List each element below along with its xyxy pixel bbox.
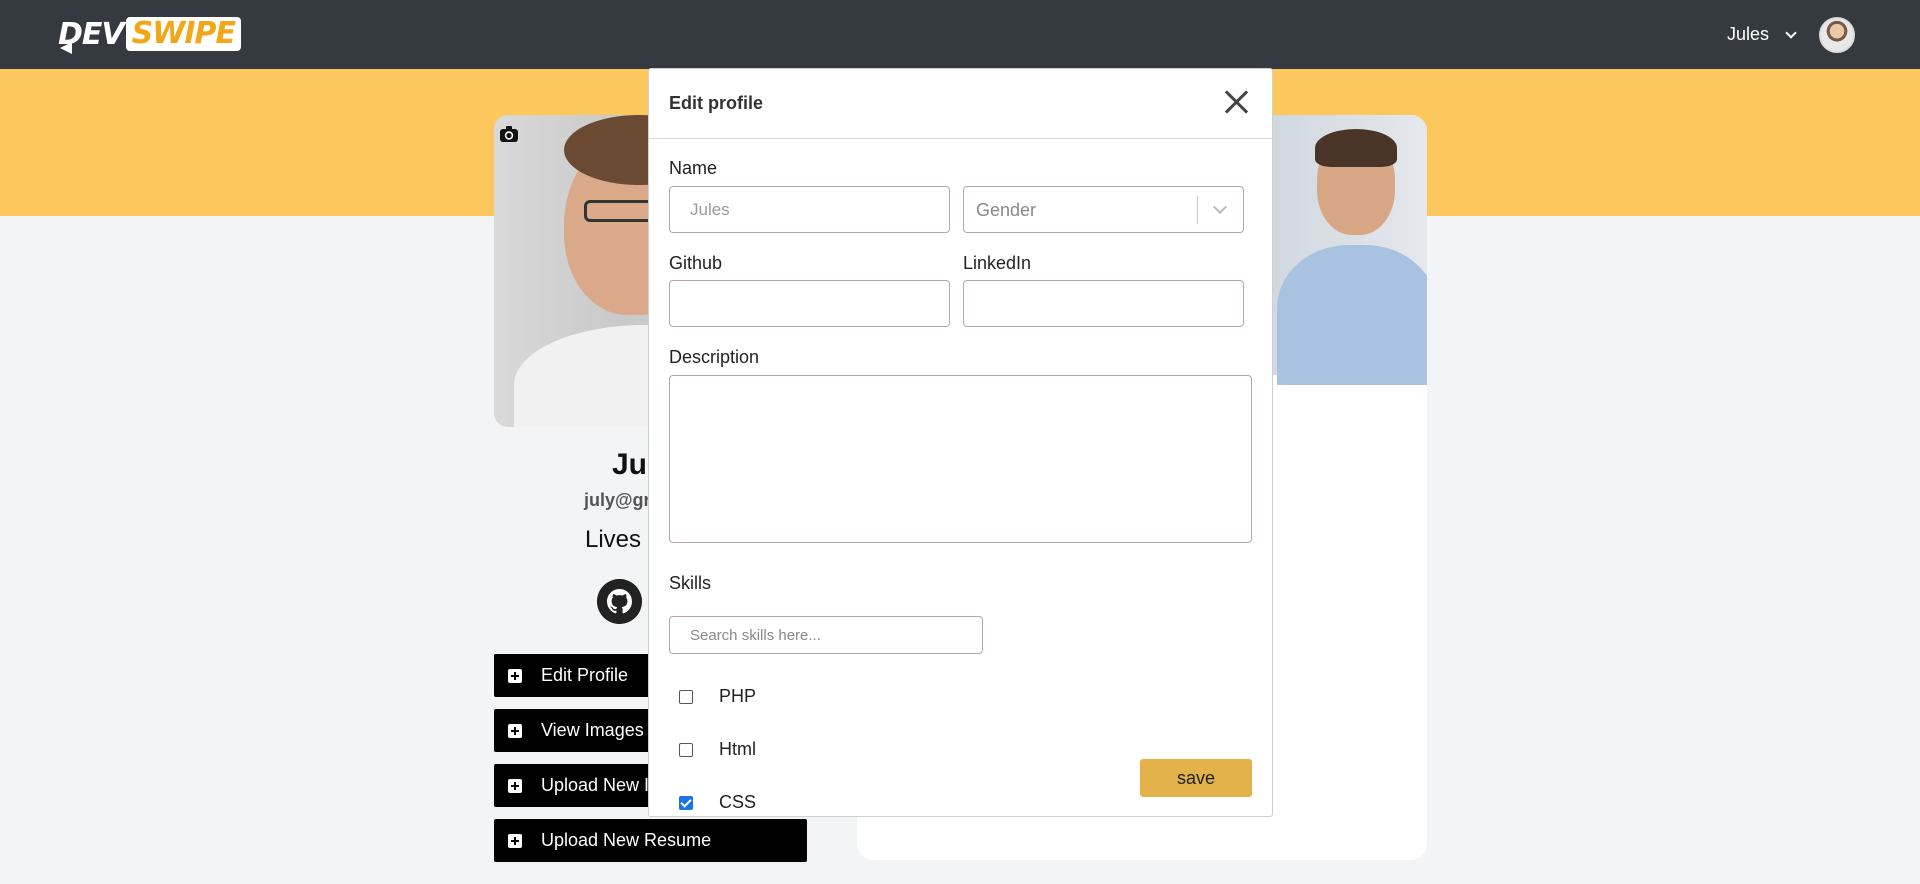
profile-email: july@gr (584, 490, 651, 510)
top-navbar: DEV SWIPE Jules (0, 0, 1920, 69)
github-icon[interactable] (597, 579, 642, 624)
skills-search-input[interactable] (669, 616, 983, 654)
name-label: Name (669, 158, 718, 178)
upload-new-resume-button[interactable]: Upload New Resume (494, 819, 807, 862)
close-icon[interactable] (1224, 89, 1250, 115)
modal-title: Edit profile (669, 93, 763, 113)
upload-new-resume-label: Upload New Resume (541, 830, 712, 850)
save-button[interactable]: save (1140, 759, 1252, 797)
plus-square-icon (508, 723, 522, 738)
linkedin-label: LinkedIn (963, 253, 1032, 273)
skill-item-css[interactable]: CSS (679, 792, 756, 813)
gender-select[interactable]: Gender (963, 186, 1244, 233)
chevron-down-icon (1212, 199, 1228, 215)
skill-item-html[interactable]: Html (679, 739, 756, 760)
description-textarea[interactable] (669, 375, 1252, 543)
description-label: Description (669, 347, 760, 367)
view-images-label: View Images (541, 720, 644, 740)
devswipe-logo[interactable]: DEV SWIPE (58, 14, 241, 54)
preview-photo-hair (1315, 129, 1397, 167)
user-menu[interactable]: Jules (1726, 24, 1797, 45)
camera-icon[interactable] (498, 123, 520, 145)
plus-square-icon (508, 833, 522, 848)
edit-profile-modal: Edit profile Name Gender Github LinkedIn… (648, 68, 1273, 817)
skill-checkbox-html[interactable] (679, 742, 693, 757)
profile-name: Ju (612, 448, 648, 481)
skill-label-css: CSS (719, 792, 757, 812)
skills-label: Skills (669, 573, 712, 593)
skill-item-php[interactable]: PHP (679, 686, 756, 707)
linkedin-input[interactable] (963, 280, 1244, 327)
plus-square-icon (508, 668, 522, 683)
skill-checkbox-php[interactable] (679, 689, 693, 704)
select-separator (1197, 196, 1198, 224)
skill-label-php: PHP (719, 686, 757, 706)
modal-header: Edit profile (649, 69, 1272, 139)
edit-profile-label: Edit Profile (541, 665, 629, 685)
logo-swipe-text: SWIPE (125, 17, 241, 51)
name-input[interactable] (669, 186, 950, 233)
github-input[interactable] (669, 280, 950, 327)
skill-label-html: Html (719, 739, 756, 759)
preview-photo-body (1277, 245, 1427, 385)
profile-location: Lives i (585, 526, 654, 553)
upload-new-image-label: Upload New I (541, 775, 650, 795)
chevron-down-icon (1785, 26, 1797, 39)
plus-square-icon (508, 778, 522, 793)
logo-arrow-icon (60, 42, 72, 54)
avatar[interactable] (1819, 17, 1855, 53)
skill-checkbox-css[interactable] (679, 795, 693, 810)
username-label: Jules (1726, 24, 1769, 44)
github-label: Github (669, 253, 723, 273)
gender-placeholder: Gender (976, 200, 1037, 220)
